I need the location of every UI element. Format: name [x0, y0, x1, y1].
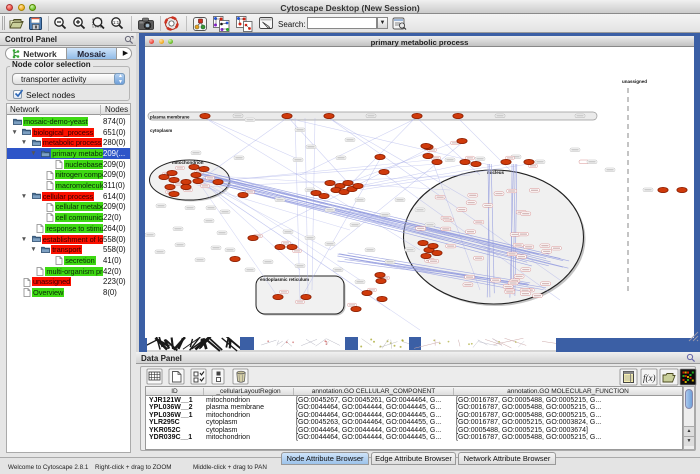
svg-text:mitochondrion: mitochondrion: [172, 160, 204, 165]
svg-text:cytoplasm: cytoplasm: [150, 128, 172, 133]
svg-text:f(x): f(x): [643, 373, 656, 383]
svg-text:plasma membrane: plasma membrane: [150, 115, 190, 120]
svg-text:unassigned: unassigned: [622, 79, 647, 84]
svg-text:1:1: 1:1: [113, 20, 120, 25]
